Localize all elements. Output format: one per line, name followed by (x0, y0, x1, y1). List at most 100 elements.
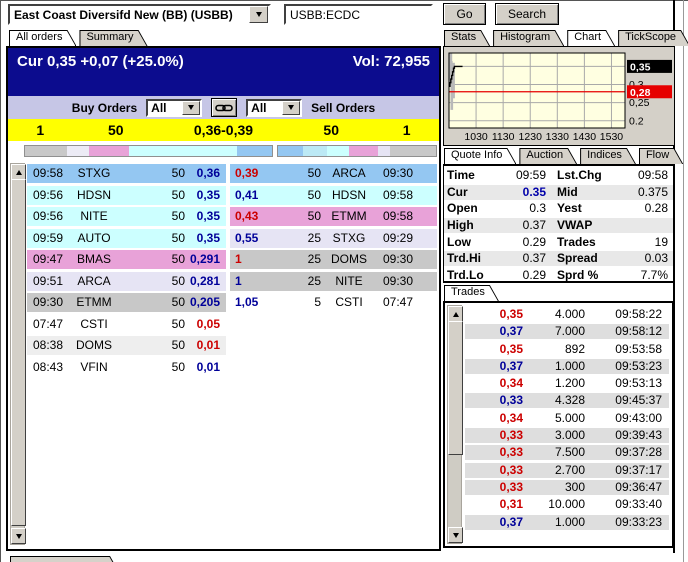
sell-filter-arrow[interactable] (282, 101, 300, 115)
tab-chart[interactable]: Chart (567, 30, 615, 46)
orderbook-scrollbar[interactable] (10, 163, 25, 545)
tab-all-orders[interactable]: All orders (9, 30, 76, 46)
ask-row[interactable]: 1,055CSTI07:47 (230, 293, 437, 312)
buy-filter-combobox[interactable]: All (146, 99, 202, 117)
bid-time: 09:59 (27, 229, 67, 248)
bid-row[interactable]: 08:38DOMS500,01 (27, 336, 226, 355)
bid-row[interactable]: 09:59AUTO500,35 (27, 229, 226, 248)
trade-row[interactable]: 0,332.70009:37:17 (465, 463, 669, 478)
trade-size: 5.000 (523, 411, 585, 426)
tab-label: Flow (646, 149, 669, 161)
bid-row[interactable]: 09:30ETMM500,205 (27, 293, 226, 312)
ask-row[interactable]: 125DOMS09:30 (230, 250, 437, 269)
bid-price: 0,35 (185, 207, 226, 226)
tab-auction[interactable]: Auction (519, 148, 577, 164)
bid-market-maker: DOMS (67, 336, 121, 355)
trade-row[interactable]: 0,371.00009:53:23 (465, 359, 669, 374)
bid-row[interactable]: 07:47CSTI500,05 (27, 315, 226, 334)
tab-quote-info[interactable]: Quote Info (444, 148, 516, 164)
trade-price: 0,34 (465, 376, 523, 391)
x-axis-tick: 1530 (600, 131, 624, 143)
scrollbar-thumb[interactable] (448, 321, 463, 455)
trades-list: 0,354.00009:58:22 0,377.00009:58:12 0,3589… (465, 307, 669, 532)
ask-price: 0,41 (230, 186, 290, 205)
symbol-input[interactable] (284, 4, 433, 25)
ask-row[interactable]: 0,5525STXG09:29 (230, 229, 437, 248)
x-axis-tick: 1330 (546, 131, 570, 143)
trades-scrollbar[interactable] (447, 305, 462, 544)
trade-size: 10.000 (523, 497, 585, 512)
trade-row[interactable]: 0,3589209:53:58 (465, 342, 669, 357)
search-button[interactable]: Search (495, 3, 559, 25)
tab-label: Auction (526, 149, 563, 161)
ask-time: 09:30 (377, 250, 437, 269)
bid-list: 09:58STXG500,36 09:56HDSN500,35 09:56NITE5… (27, 164, 226, 379)
bid-market-maker: STXG (67, 164, 121, 183)
trade-row[interactable]: 0,3330009:36:47 (465, 480, 669, 495)
scroll-down-button[interactable] (448, 527, 463, 543)
bid-size: 50 (121, 272, 185, 291)
scroll-up-icon (453, 312, 459, 317)
ask-row[interactable]: 0,4350ETMM09:58 (230, 207, 437, 226)
instrument-combobox-arrow[interactable] (249, 6, 268, 23)
bid-size: 50 (121, 164, 185, 183)
ask-size: 50 (290, 164, 321, 183)
instrument-combobox[interactable]: East Coast Diversifd New (BB) (USBB) (8, 4, 271, 25)
ask-row[interactable]: 125NITE09:30 (230, 272, 437, 291)
trade-time: 09:45:37 (585, 393, 669, 408)
y-axis-tick: 0,25 (629, 97, 650, 109)
bid-price: 0,36 (185, 164, 226, 183)
ask-row[interactable]: 0,4150HDSN09:58 (230, 186, 437, 205)
trade-row[interactable]: 0,333.00009:39:43 (465, 428, 669, 443)
bottom-tab-stub[interactable] (10, 556, 119, 562)
bid-row[interactable]: 09:51ARCA500,281 (27, 272, 226, 291)
ask-row[interactable]: 0,3950ARCA09:30 (230, 164, 437, 183)
bid-size: 50 (121, 207, 185, 226)
bid-size: 50 (121, 293, 185, 312)
go-button[interactable]: Go (443, 3, 486, 25)
trade-price: 0,37 (465, 359, 523, 374)
bid-time: 07:47 (27, 315, 67, 334)
tab-label: Histogram (500, 31, 550, 43)
bid-price: 0,35 (185, 229, 226, 248)
bid-row[interactable]: 09:56NITE500,35 (27, 207, 226, 226)
quote-info-row: Trd.Lo0.29Sprd %7.7% (444, 268, 673, 283)
trade-row[interactable]: 0,334.32809:45:37 (465, 393, 669, 408)
trade-row[interactable]: 0,341.20009:53:13 (465, 376, 669, 391)
scroll-up-button[interactable] (448, 306, 463, 322)
trade-row[interactable]: 0,354.00009:58:22 (465, 307, 669, 322)
trade-row[interactable]: 0,3110.00009:33:40 (465, 497, 669, 512)
tab-indices[interactable]: Indices (580, 148, 636, 164)
trade-row[interactable]: 0,337.50009:37:28 (465, 445, 669, 460)
tab-summary[interactable]: Summary (79, 30, 147, 46)
link-filters-button[interactable] (211, 98, 237, 117)
bid-row[interactable]: 08:43VFIN500,01 (27, 358, 226, 377)
trade-row[interactable]: 0,371.00009:33:23 (465, 515, 669, 530)
quote-info-row: High0.37VWAP (444, 218, 673, 233)
trade-row[interactable]: 0,345.00009:43:00 (465, 411, 669, 426)
trade-row[interactable]: 0,377.00009:58:12 (465, 324, 669, 339)
buy-filter-arrow[interactable] (182, 101, 200, 115)
tab-trades[interactable]: Trades (444, 285, 499, 301)
bid-row[interactable]: 09:56HDSN500,35 (27, 186, 226, 205)
tab-label: Chart (574, 31, 601, 43)
sell-filter-combobox[interactable]: All (246, 99, 302, 117)
ask-market-maker: HDSN (321, 186, 377, 205)
ask-price: 1 (230, 272, 290, 291)
bid-time: 08:43 (27, 358, 67, 377)
bid-price: 0,01 (185, 336, 226, 355)
trade-size: 1.000 (523, 359, 585, 374)
tab-histogram[interactable]: Histogram (493, 30, 564, 46)
scroll-up-button[interactable] (11, 164, 26, 180)
scrollbar-thumb[interactable] (11, 179, 26, 526)
bid-row[interactable]: 09:58STXG500,36 (27, 164, 226, 183)
scroll-down-button[interactable] (11, 528, 26, 544)
tab-stats[interactable]: Stats (444, 30, 490, 46)
trading-terminal-window: { "topbar": { "instrument_label": "East … (0, 0, 688, 562)
tab-label: Trades (451, 286, 485, 298)
trade-time: 09:53:23 (585, 359, 669, 374)
bid-row[interactable]: 09:47BMAS500,291 (27, 250, 226, 269)
tab-tickscope[interactable]: TickScope (618, 30, 688, 46)
tab-flow[interactable]: Flow (639, 148, 683, 164)
bid-price: 0,205 (185, 293, 226, 312)
